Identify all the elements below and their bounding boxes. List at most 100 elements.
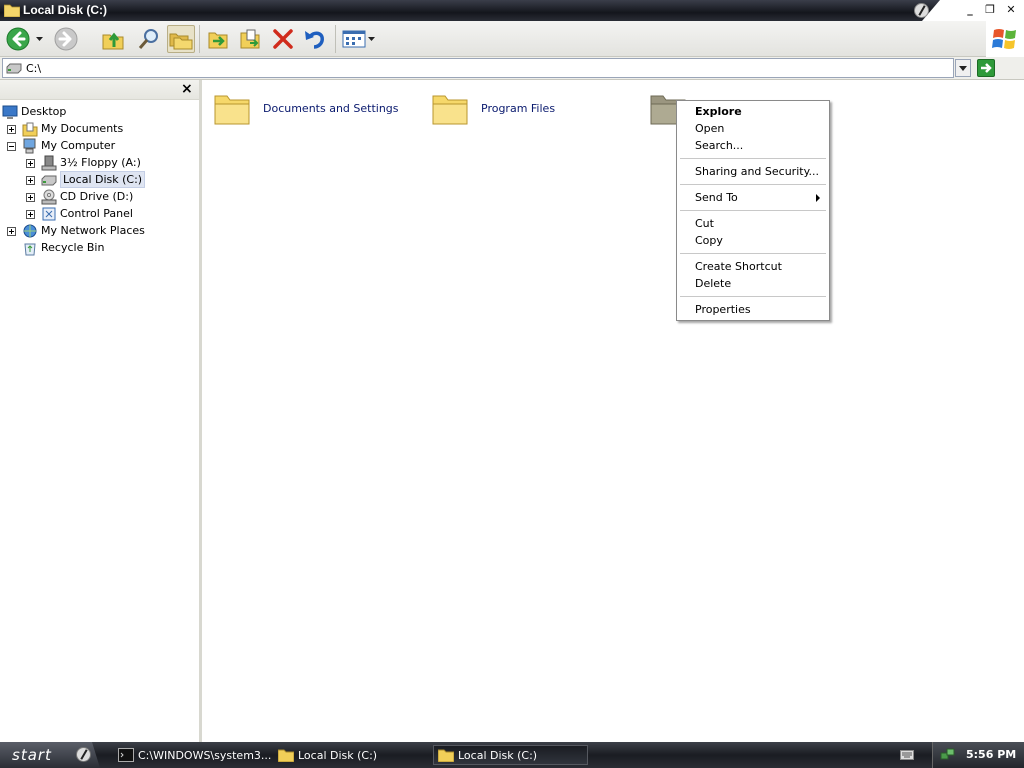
clock[interactable]: 5:56 PM [966, 748, 1016, 761]
tree-item-label: Control Panel [60, 207, 133, 220]
system-tray: 5:56 PM [932, 742, 1024, 768]
address-bar: C:\ [0, 57, 1024, 80]
tree-item-label: Local Disk (C:) [60, 171, 146, 188]
folder-tree-pane: × Desktop My Documents My Computer 3½ Fl… [0, 80, 202, 742]
expand-button[interactable] [26, 159, 35, 168]
copy-to-icon [240, 29, 260, 49]
tree-item-desktop[interactable]: Desktop [2, 103, 66, 120]
tree-item-my-computer[interactable]: My Computer [22, 137, 115, 154]
up-button[interactable] [99, 25, 127, 53]
back-dropdown-button[interactable] [33, 25, 45, 53]
folder-label: Program Files [481, 101, 556, 115]
tree-item-local-disk[interactable]: Local Disk (C:) [41, 171, 146, 188]
recycle-bin-icon [24, 243, 36, 255]
tree-item-control-panel[interactable]: Control Panel [41, 205, 133, 222]
folder-icon [214, 95, 250, 125]
views-button[interactable] [340, 25, 376, 53]
tree-item-label: 3½ Floppy (A:) [60, 156, 141, 169]
menu-item-explore[interactable]: Explore [678, 103, 828, 120]
forward-button[interactable] [52, 25, 80, 53]
keyboard-tray-button[interactable] [896, 745, 918, 765]
address-input[interactable]: C:\ [2, 58, 954, 78]
search-button[interactable] [135, 25, 163, 53]
undo-button[interactable] [301, 25, 329, 53]
delete-icon [273, 29, 293, 49]
taskbar: start C:\WINDOWS\system3... Local Disk (… [0, 742, 1024, 768]
copy-to-button[interactable] [236, 25, 264, 53]
window-logo-icon [914, 3, 929, 18]
folder-item-program-files[interactable]: Program Files [431, 88, 555, 128]
title-bar[interactable]: Local Disk (C:) _ ❐ ✕ [0, 0, 1024, 21]
expand-button[interactable] [26, 193, 35, 202]
task-label: Local Disk (C:) [458, 748, 538, 762]
close-button[interactable]: ✕ [1003, 3, 1019, 17]
tree-item-recycle-bin[interactable]: Recycle Bin [22, 239, 104, 256]
drive-icon [6, 63, 22, 74]
back-button[interactable] [4, 25, 32, 53]
menu-item-send-to[interactable]: Send To [678, 189, 828, 206]
close-pane-button[interactable]: × [181, 81, 193, 97]
folder-icon [432, 95, 468, 125]
restore-button[interactable]: ❐ [982, 3, 998, 17]
back-icon [6, 27, 30, 51]
tree-item-my-documents[interactable]: My Documents [22, 120, 123, 137]
chevron-down-icon [367, 37, 375, 41]
address-text: C:\ [26, 62, 42, 75]
chevron-down-icon [35, 37, 43, 41]
toolbar-separator [199, 25, 200, 53]
collapse-button[interactable] [7, 142, 16, 151]
go-arrow-icon [981, 63, 992, 73]
start-label: start [12, 746, 52, 764]
control-panel-icon [42, 207, 56, 220]
expand-button[interactable] [26, 210, 35, 219]
my-documents-icon [22, 122, 38, 136]
go-button[interactable] [977, 59, 995, 77]
drive-icon [41, 175, 57, 185]
folder-label: Documents and Settings [263, 101, 399, 115]
delete-button[interactable] [269, 25, 297, 53]
network-icon [23, 224, 37, 237]
menu-item-create-shortcut[interactable]: Create Shortcut [678, 258, 828, 275]
menu-item-search[interactable]: Search... [678, 137, 828, 154]
tree-item-floppy[interactable]: 3½ Floppy (A:) [41, 154, 141, 171]
start-button[interactable]: start [0, 742, 100, 768]
expand-button[interactable] [26, 176, 35, 185]
tree-item-label: My Computer [41, 139, 116, 152]
folder-icon [4, 4, 20, 17]
menu-item-sharing-security[interactable]: Sharing and Security... [678, 163, 828, 180]
menu-item-properties[interactable]: Properties [678, 301, 828, 318]
forward-icon [54, 27, 78, 51]
expand-button[interactable] [7, 125, 16, 134]
tree-item-label: Desktop [21, 105, 67, 118]
folders-button[interactable] [167, 25, 195, 53]
windows-logo-icon [986, 21, 1024, 57]
command-prompt-icon [118, 748, 134, 762]
context-menu: Explore Open Search... Sharing and Secur… [676, 100, 830, 321]
task-button-local-disk[interactable]: Local Disk (C:) [274, 745, 429, 765]
tree-item-cd-drive[interactable]: CD Drive (D:) [41, 188, 133, 205]
menu-separator [680, 210, 826, 211]
network-connection-icon[interactable] [940, 747, 956, 763]
menu-item-delete[interactable]: Delete [678, 275, 828, 292]
move-to-button[interactable] [204, 25, 232, 53]
task-button-cmd[interactable]: C:\WINDOWS\system3... [114, 745, 272, 765]
toolbar-separator [335, 25, 336, 53]
folder-icon [278, 749, 294, 762]
task-button-local-disk-active[interactable]: Local Disk (C:) [433, 745, 588, 765]
address-dropdown-button[interactable] [955, 59, 971, 77]
start-logo-icon [76, 747, 91, 762]
menu-item-copy[interactable]: Copy [678, 232, 828, 249]
tree-item-network[interactable]: My Network Places [22, 222, 145, 239]
title-bar-background [0, 0, 940, 21]
folder-up-icon [102, 32, 124, 50]
menu-item-label: Send To [695, 191, 738, 204]
task-label: C:\WINDOWS\system3... [138, 748, 272, 762]
submenu-arrow-icon [816, 194, 820, 202]
tree-item-label: My Documents [41, 122, 124, 135]
menu-separator [680, 184, 826, 185]
menu-item-cut[interactable]: Cut [678, 215, 828, 232]
expand-button[interactable] [7, 227, 16, 236]
menu-item-open[interactable]: Open [678, 120, 828, 137]
folder-item-documents-and-settings[interactable]: Documents and Settings [213, 88, 399, 128]
minimize-button[interactable]: _ [962, 3, 978, 17]
